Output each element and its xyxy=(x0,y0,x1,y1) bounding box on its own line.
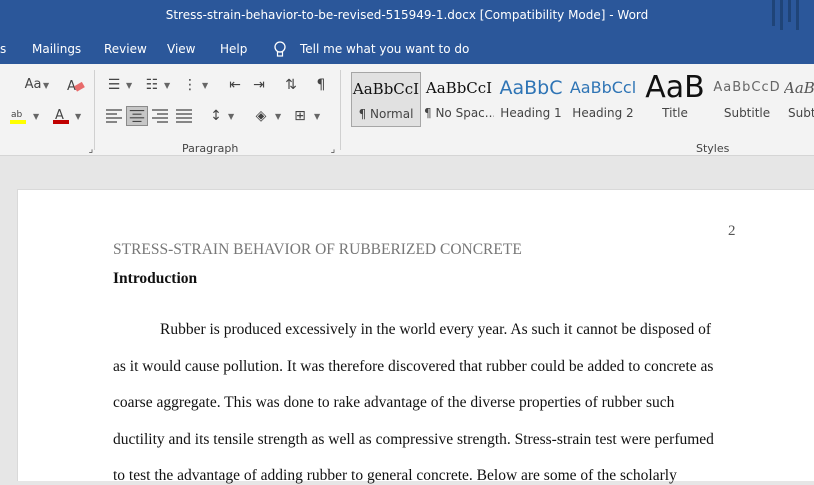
style-no-spacing[interactable]: AaBbCcI ¶ No Spac... xyxy=(424,72,494,127)
style-heading-2[interactable]: AaBbCcl Heading 2 xyxy=(568,72,638,127)
tab-help[interactable]: Help xyxy=(220,42,247,56)
ribbon-separator xyxy=(340,70,341,150)
style-heading-1[interactable]: AaBbC Heading 1 xyxy=(496,72,566,127)
align-right-icon[interactable] xyxy=(149,106,171,126)
paragraph-group-label: Paragraph xyxy=(182,142,239,155)
style-normal[interactable]: AaBbCcI ¶ Normal xyxy=(351,72,421,127)
ribbon-display-icon xyxy=(772,0,799,30)
style-name: Subtitle xyxy=(723,106,771,120)
tab-review[interactable]: Review xyxy=(104,42,147,56)
style-sample: AaBbC xyxy=(499,77,563,99)
chevron-down-icon: ▼ xyxy=(43,81,50,90)
paragraph-line: ductility and its tensile strength as we… xyxy=(113,431,714,448)
style-name: ¶ Normal xyxy=(358,107,414,121)
line-spacing-icon[interactable]: ↕ xyxy=(205,106,227,126)
style-subtle-emphasis[interactable]: AaB Subtl xyxy=(784,72,814,127)
highlight-color-icon[interactable]: ab xyxy=(8,106,30,126)
document-area: 2 STRESS-STRAIN BEHAVIOR OF RUBBERIZED C… xyxy=(0,156,814,484)
title-bar: Stress-strain-behavior-to-be-revised-515… xyxy=(0,0,814,34)
style-name: Heading 1 xyxy=(500,106,562,120)
shading-icon[interactable]: ◈ xyxy=(250,106,272,126)
running-header: STRESS-STRAIN BEHAVIOR OF RUBBERIZED CON… xyxy=(113,241,522,258)
tab-references[interactable]: s xyxy=(0,42,6,56)
font-color-icon[interactable]: A xyxy=(50,106,72,126)
bullets-icon[interactable]: ☰ xyxy=(103,75,125,95)
style-name: Subtl xyxy=(788,106,814,120)
chevron-down-icon: ▼ xyxy=(33,112,40,121)
paragraph-line: to test the advantage of adding rubber t… xyxy=(113,467,677,484)
chevron-down-icon: ▼ xyxy=(75,112,82,121)
numbering-icon[interactable]: ☷ xyxy=(141,75,163,95)
tab-view[interactable]: View xyxy=(167,42,195,56)
ribbon: Aa ▼ A ab ▼ A ▼ ⌟ ☰ ▼ ☷ ▼ ⋮ ▼ ⇤ ⇥ ⇅ ¶ ↕ … xyxy=(0,64,814,156)
show-formatting-marks-icon[interactable]: ¶ xyxy=(310,75,332,95)
tell-me-search[interactable]: Tell me what you want to do xyxy=(300,42,469,56)
paragraph-line: Rubber is produced excessively in the wo… xyxy=(160,321,711,338)
style-name: ¶ No Spac... xyxy=(424,106,494,120)
align-left-icon[interactable] xyxy=(103,106,125,126)
style-sample: AaBbCcI xyxy=(425,79,493,97)
ribbon-separator xyxy=(94,70,95,150)
chevron-down-icon: ▼ xyxy=(314,112,321,121)
ribbon-tabs: s Mailings Review View Help Tell me what… xyxy=(0,34,814,64)
paragraph-line: coarse aggregate. This was done to rake … xyxy=(113,394,675,411)
chevron-down-icon: ▼ xyxy=(228,112,235,121)
style-sample: AaBbCcI xyxy=(352,80,420,98)
style-sample: AaB xyxy=(784,79,814,97)
style-title[interactable]: AaB Title xyxy=(640,72,710,127)
style-name: Title xyxy=(662,106,688,120)
chevron-down-icon: ▼ xyxy=(275,112,282,121)
window-title: Stress-strain-behavior-to-be-revised-515… xyxy=(165,8,649,22)
styles-group-label: Styles xyxy=(696,142,730,155)
page-number: 2 xyxy=(728,223,736,239)
align-center-icon[interactable] xyxy=(126,106,148,126)
lightbulb-icon xyxy=(274,41,286,57)
tab-mailings[interactable]: Mailings xyxy=(32,42,81,56)
chevron-down-icon: ▼ xyxy=(164,81,171,90)
borders-icon[interactable]: ⊞ xyxy=(289,106,311,126)
multilevel-list-icon[interactable]: ⋮ xyxy=(179,75,201,95)
style-sample: AaBbCcl xyxy=(569,78,637,97)
justify-icon[interactable] xyxy=(173,106,195,126)
decrease-indent-icon[interactable]: ⇤ xyxy=(224,75,246,95)
style-sample: AaB xyxy=(645,72,705,104)
clear-formatting-icon[interactable]: A xyxy=(64,75,86,95)
style-subtitle[interactable]: AaBbCcD Subtitle xyxy=(712,72,782,127)
style-name: Heading 2 xyxy=(572,106,634,120)
svg-text:ab: ab xyxy=(11,110,23,120)
section-heading: Introduction xyxy=(113,270,198,287)
style-sample: AaBbCcD xyxy=(713,80,781,95)
increase-indent-icon[interactable]: ⇥ xyxy=(248,75,270,95)
chevron-down-icon: ▼ xyxy=(202,81,209,90)
document-page[interactable]: 2 STRESS-STRAIN BEHAVIOR OF RUBBERIZED C… xyxy=(17,189,814,484)
sort-icon[interactable]: ⇅ xyxy=(280,75,302,95)
paragraph-line: as it would cause pollution. It was ther… xyxy=(113,358,714,375)
chevron-down-icon: ▼ xyxy=(126,81,133,90)
